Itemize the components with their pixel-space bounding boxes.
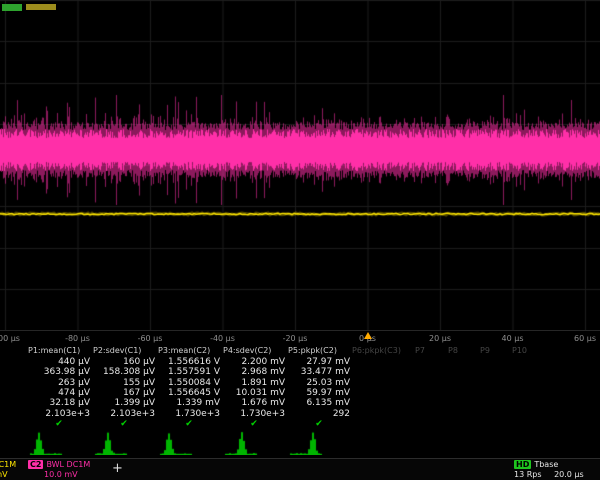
measure-value-cell: 363.98 µV: [28, 367, 90, 377]
measure-value-cell: 2.103e+3: [93, 409, 155, 419]
measure-value-cell: 1.557591 V: [158, 367, 220, 377]
time-axis-label: 40 µs: [502, 334, 524, 343]
measure-value-cell: 440 µV: [28, 357, 90, 367]
measure-value-cell: 167 µV: [93, 388, 155, 398]
measure-value-cell: 160 µV: [93, 357, 155, 367]
measure-value-cell: 1.676 mV: [223, 398, 285, 408]
green-led-icon: [2, 4, 22, 11]
param-header-p9[interactable]: P9: [480, 346, 490, 355]
channel2-badge: C2: [28, 460, 43, 469]
measure-value-cell: 292: [288, 409, 350, 419]
measure-value-cell: 2.200 mV: [223, 357, 285, 367]
time-axis-label: 20 µs: [429, 334, 451, 343]
hd-mode-badge: HD: [514, 460, 531, 469]
measure-value-cell: 1.556645 V: [158, 388, 220, 398]
top-status-indicators: [2, 3, 56, 11]
timebase-descriptor[interactable]: HDTbase 13 Rps 20.0 µs: [514, 460, 600, 480]
measure-value-cell: 32.18 µV: [28, 398, 90, 408]
measure-value-cell: 155 µV: [93, 378, 155, 388]
trigger-position-marker[interactable]: [364, 332, 372, 339]
status-check-icon: ✔: [288, 419, 350, 429]
status-check-icon: ✔: [93, 419, 155, 429]
yellow-status-tag-icon: [26, 4, 56, 10]
measure-value-cell: 158.308 µV: [93, 367, 155, 377]
param-header-p5[interactable]: P5:pkpk(C2): [288, 346, 337, 355]
status-check-icon: ✔: [158, 419, 220, 429]
channel1-scale: 10.0 mV: [0, 470, 16, 480]
waveform-display[interactable]: [0, 0, 600, 330]
measure-value-cell: 1.730e+3: [223, 409, 285, 419]
channel1-descriptor[interactable]: C1DC1M 10.0 mV: [0, 460, 16, 480]
waveform-canvas[interactable]: [0, 0, 600, 330]
param-header-p2[interactable]: P2:sdev(C1): [93, 346, 141, 355]
measure-value-cell: 10.031 mV: [223, 388, 285, 398]
param-header-p7[interactable]: P7: [415, 346, 425, 355]
timebase-stat: 13 Rps: [514, 470, 542, 479]
channel2-descriptor[interactable]: C2BWL DC1M 10.0 mV: [28, 460, 90, 480]
measure-value-cell: 474 µV: [28, 388, 90, 398]
channel2-scale: 10.0 mV: [28, 470, 90, 480]
time-axis-label: -80 µs: [65, 334, 90, 343]
param-header-p4[interactable]: P4:sdev(C2): [223, 346, 271, 355]
time-axis-label: -20 µs: [283, 334, 308, 343]
plus-indicator[interactable]: +: [112, 461, 123, 477]
param-header-p6[interactable]: P6:pkpk(C3): [352, 346, 401, 355]
timebase-scale: 20.0 µs: [554, 470, 584, 479]
time-axis-label: -60 µs: [138, 334, 163, 343]
measure-value-cell: 1.730e+3: [158, 409, 220, 419]
channel1-coupling: DC1M: [0, 460, 16, 469]
measure-value-cell: 1.556616 V: [158, 357, 220, 367]
measure-value-cell: 33.477 mV: [288, 367, 350, 377]
channel2-coupling: BWL DC1M: [46, 460, 90, 469]
histicon-strip: [0, 431, 600, 455]
timebase-label: Tbase: [534, 460, 558, 469]
param-header-p10[interactable]: P10: [512, 346, 527, 355]
time-axis-label: -40 µs: [210, 334, 235, 343]
measure-value-cell: 1.550084 V: [158, 378, 220, 388]
param-header-p1[interactable]: P1:mean(C1): [28, 346, 80, 355]
measurement-panel: P1:mean(C1) P2:sdev(C1) P3:mean(C2) P4:sdev…: [0, 345, 600, 458]
time-axis-label: -100 µs: [0, 334, 20, 343]
measure-value-cell: 25.03 mV: [288, 378, 350, 388]
measure-value-cell: 2.968 mV: [223, 367, 285, 377]
status-check-icon: ✔: [28, 419, 90, 429]
param-header-p8[interactable]: P8: [448, 346, 458, 355]
measure-value-cell: 1.399 µV: [93, 398, 155, 408]
time-axis: -100 µs-80 µs-60 µs-40 µs-20 µs0 µs20 µs…: [0, 330, 600, 346]
measure-value-cell: 2.103e+3: [28, 409, 90, 419]
measure-value-cell: 1.339 mV: [158, 398, 220, 408]
measure-value-cell: 263 µV: [28, 378, 90, 388]
oscilloscope-screen: -100 µs-80 µs-60 µs-40 µs-20 µs0 µs20 µs…: [0, 0, 600, 480]
measure-value-cell: 59.97 mV: [288, 388, 350, 398]
bottom-bar: C1DC1M 10.0 mV C2BWL DC1M 10.0 mV + HDTb…: [0, 458, 600, 480]
status-check-icon: ✔: [223, 419, 285, 429]
param-header-p3[interactable]: P3:mean(C2): [158, 346, 210, 355]
time-axis-label: 60 µs: [574, 334, 596, 343]
measure-value-cell: 6.135 mV: [288, 398, 350, 408]
measure-value-cell: 1.891 mV: [223, 378, 285, 388]
measure-value-cell: 27.97 mV: [288, 357, 350, 367]
